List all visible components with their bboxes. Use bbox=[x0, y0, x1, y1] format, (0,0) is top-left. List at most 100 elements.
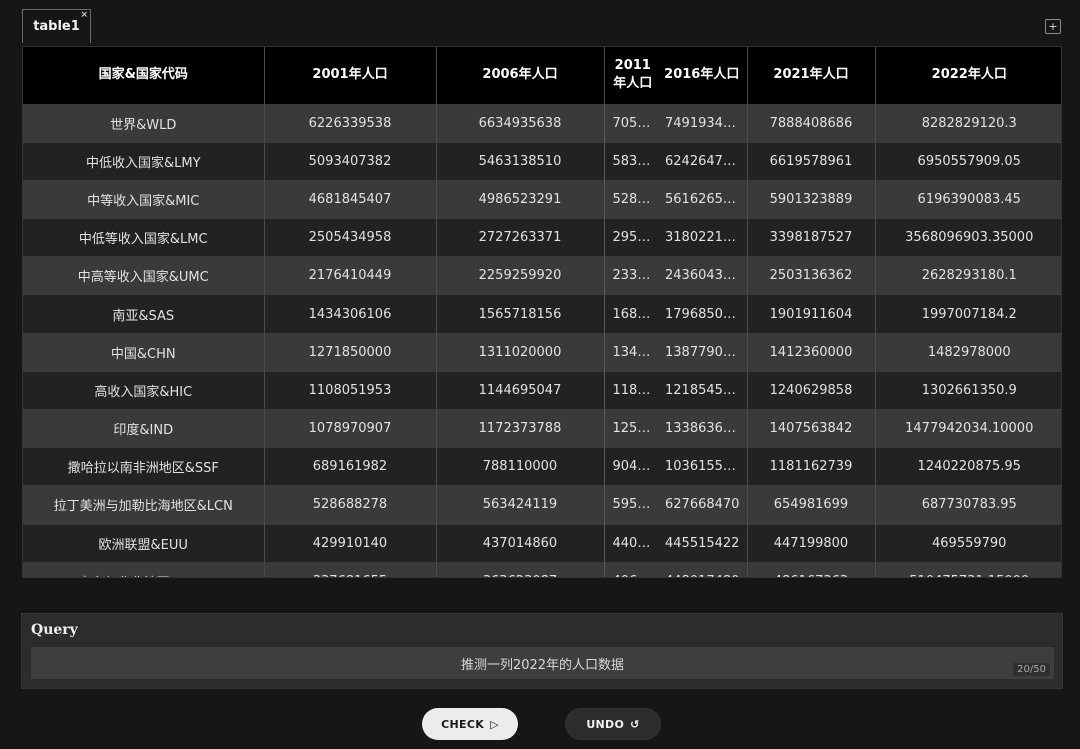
table-cell[interactable]: 1482978000 bbox=[874, 332, 1061, 372]
table-cell[interactable]: 1078970907 bbox=[263, 408, 436, 448]
table-cell[interactable]: 445515422 bbox=[661, 523, 747, 563]
table-cell[interactable]: 印度&IND bbox=[23, 408, 264, 448]
table-cell[interactable]: 3180221480 bbox=[661, 218, 747, 257]
table-cell[interactable]: 1036155090 bbox=[661, 447, 747, 486]
table-cell[interactable]: 6226339538 bbox=[263, 103, 436, 143]
table-cell[interactable]: 8282829120.3 bbox=[874, 103, 1061, 143]
table-cell[interactable]: 7888408686 bbox=[746, 103, 875, 143]
table-cell[interactable]: 1434306106 bbox=[263, 294, 436, 334]
undo-button[interactable]: UNDO ↺ bbox=[565, 708, 661, 740]
table-cell[interactable]: 2259259920 bbox=[435, 256, 604, 295]
table-cell[interactable]: 528688278 bbox=[263, 485, 436, 525]
table-cell[interactable]: 469559790 bbox=[874, 523, 1061, 563]
table-cell[interactable]: 1240629858 bbox=[746, 370, 875, 410]
table-cell[interactable]: 中国&CHN bbox=[23, 332, 264, 372]
table-cell[interactable]: 1345035522 bbox=[603, 332, 661, 372]
data-table-container[interactable]: 国家&国家代码 2001年人口 2006年人口 2011 年人口 2016年人口… bbox=[22, 46, 1062, 578]
table-cell[interactable]: 5616265210 bbox=[661, 179, 747, 219]
table-cell[interactable]: 429910140 bbox=[263, 523, 436, 563]
table-cell[interactable]: 1796850340 bbox=[661, 294, 747, 334]
table-cell[interactable]: 7052384346 bbox=[603, 103, 661, 143]
table-cell[interactable]: 627668470 bbox=[661, 485, 747, 525]
table-cell[interactable]: 904208610 bbox=[603, 447, 661, 486]
tab-table1[interactable]: table1 × bbox=[22, 9, 91, 43]
table-cell[interactable]: 689161982 bbox=[263, 447, 436, 486]
table-cell[interactable]: 1901911604 bbox=[746, 294, 875, 334]
query-input[interactable]: 推测一列2022年的人口数据 20/50 bbox=[31, 647, 1054, 679]
table-cell[interactable]: 2950428342 bbox=[603, 218, 661, 257]
table-cell[interactable]: 1338636340 bbox=[661, 408, 747, 448]
table-cell[interactable]: 1271850000 bbox=[263, 332, 436, 372]
close-icon[interactable]: × bbox=[80, 10, 88, 20]
table-cell[interactable]: 7491934113 bbox=[661, 103, 747, 143]
table-cell[interactable]: 1181162739 bbox=[746, 447, 875, 486]
table-cell[interactable]: 中东与北非地区&MEA bbox=[23, 561, 264, 577]
table-cell[interactable]: 5835384115 bbox=[603, 141, 661, 181]
table-cell[interactable]: 1407563842 bbox=[746, 408, 875, 448]
table-cell[interactable]: 2727263371 bbox=[435, 218, 604, 257]
table-cell[interactable]: 510475731.15000 bbox=[874, 561, 1061, 577]
table-cell[interactable]: 1997007184.2 bbox=[874, 294, 1061, 334]
table-cell[interactable]: 1302661350.9 bbox=[874, 370, 1061, 410]
table-cell[interactable]: 1412360000 bbox=[746, 332, 875, 372]
table-cell[interactable]: 654981699 bbox=[746, 485, 875, 525]
check-button[interactable]: CHECK ▷ bbox=[422, 708, 518, 740]
table-cell[interactable]: 1144695047 bbox=[435, 370, 604, 410]
column-header[interactable]: 2021年人口 bbox=[746, 47, 875, 104]
table-cell[interactable]: 6634935638 bbox=[435, 103, 604, 143]
table-cell[interactable]: 2503136362 bbox=[746, 256, 875, 295]
table-cell[interactable]: 337681655 bbox=[263, 561, 436, 577]
column-header[interactable]: 国家&国家代码 bbox=[23, 47, 264, 104]
column-header[interactable]: 2022年人口 bbox=[874, 47, 1061, 104]
table-cell[interactable]: 1477942034.10000 bbox=[874, 408, 1061, 448]
table-cell[interactable]: 440552600 bbox=[603, 523, 661, 563]
table-cell[interactable]: 1240220875.95 bbox=[874, 447, 1061, 486]
table-cell[interactable]: 6242647016 bbox=[661, 141, 747, 181]
table-cell[interactable]: 1218545830 bbox=[661, 370, 747, 410]
table-cell[interactable]: 3398187527 bbox=[746, 218, 875, 257]
table-cell[interactable]: 687730783.95 bbox=[874, 485, 1061, 525]
table-cell[interactable]: 447199800 bbox=[746, 523, 875, 563]
table-cell[interactable]: 6950557909.05 bbox=[874, 141, 1061, 181]
table-cell[interactable]: 486167363 bbox=[746, 561, 875, 577]
table-cell[interactable]: 5901323889 bbox=[746, 179, 875, 219]
table-cell[interactable]: 1108051953 bbox=[263, 370, 436, 410]
table-cell[interactable]: 5463138510 bbox=[435, 141, 604, 181]
table-cell[interactable]: 欧洲联盟&EUU bbox=[23, 523, 264, 563]
table-cell[interactable]: 6196390083.45 bbox=[874, 179, 1061, 219]
table-cell[interactable]: 2505434958 bbox=[263, 218, 436, 257]
table-cell[interactable]: 788110000 bbox=[435, 447, 604, 486]
table-cell[interactable]: 1182352530 bbox=[603, 370, 661, 410]
table-cell[interactable]: 中低等收入国家&LMC bbox=[23, 218, 264, 257]
table-cell[interactable]: 1565718156 bbox=[435, 294, 604, 334]
table-cell[interactable]: 363623087 bbox=[435, 561, 604, 577]
table-cell[interactable]: 中高等收入国家&UMC bbox=[23, 256, 264, 295]
table-cell[interactable]: 595862360 bbox=[603, 485, 661, 525]
table-cell[interactable]: 中低收入国家&LMY bbox=[23, 141, 264, 181]
table-cell[interactable]: 高收入国家&HIC bbox=[23, 370, 264, 410]
table-cell[interactable]: 2334697199 bbox=[603, 256, 661, 295]
table-cell[interactable]: 世界&WLD bbox=[23, 103, 264, 143]
table-cell[interactable]: 2436043730 bbox=[661, 256, 747, 295]
table-cell[interactable]: 南亚&SAS bbox=[23, 294, 264, 334]
column-header[interactable]: 2001年人口 bbox=[263, 47, 436, 104]
column-header-2011[interactable]: 2011 年人口 bbox=[603, 47, 661, 104]
table-cell[interactable]: 中等收入国家&MIC bbox=[23, 179, 264, 219]
table-cell[interactable]: 1257621191 bbox=[603, 408, 661, 448]
table-cell[interactable]: 5093407382 bbox=[263, 141, 436, 181]
table-cell[interactable]: 448017480 bbox=[661, 561, 747, 577]
add-tab-icon[interactable]: + bbox=[1045, 19, 1061, 34]
column-header[interactable]: 2006年人口 bbox=[435, 47, 604, 104]
table-cell[interactable]: 2176410449 bbox=[263, 256, 436, 295]
table-cell[interactable]: 563424119 bbox=[435, 485, 604, 525]
table-cell[interactable]: 437014860 bbox=[435, 523, 604, 563]
table-cell[interactable]: 1387790000 bbox=[661, 332, 747, 372]
table-cell[interactable]: 406101400 bbox=[603, 561, 661, 577]
table-cell[interactable]: 2628293180.1 bbox=[874, 256, 1061, 295]
table-cell[interactable]: 4986523291 bbox=[435, 179, 604, 219]
table-cell[interactable]: 1311020000 bbox=[435, 332, 604, 372]
table-cell[interactable]: 4681845407 bbox=[263, 179, 436, 219]
table-cell[interactable]: 6619578961 bbox=[746, 141, 875, 181]
table-cell[interactable]: 5285125541 bbox=[603, 179, 661, 219]
table-cell[interactable]: 1682534219 bbox=[603, 294, 661, 334]
